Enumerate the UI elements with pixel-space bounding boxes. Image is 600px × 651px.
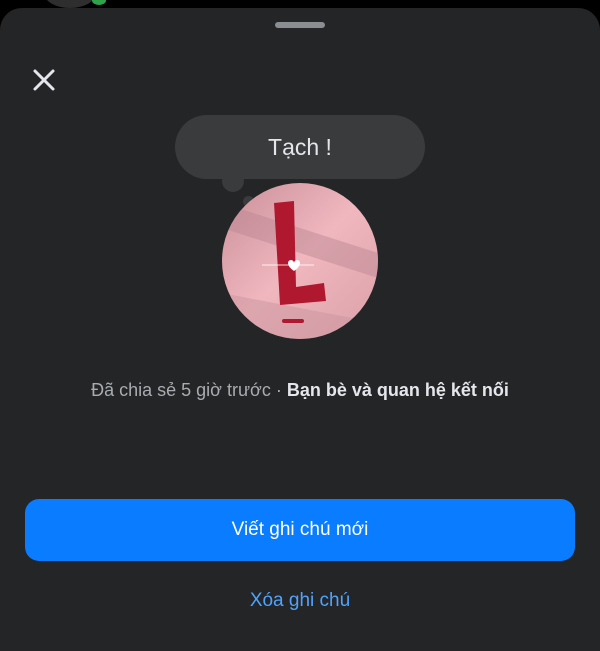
note-share-info: Đã chia sẻ 5 giờ trước · Bạn bè và quan … xyxy=(0,380,600,401)
note-text: Tạch ! xyxy=(268,133,332,160)
close-button[interactable] xyxy=(24,60,64,100)
background-avatar xyxy=(44,0,96,8)
shared-time: Đã chia sẻ 5 giờ trước xyxy=(91,380,271,400)
audience-label[interactable]: Bạn bè và quan hệ kết nối xyxy=(287,380,509,400)
close-icon xyxy=(33,69,55,91)
delete-note-button[interactable]: Xóa ghi chú xyxy=(150,586,450,616)
online-status-dot xyxy=(92,0,106,5)
profile-avatar xyxy=(222,183,378,339)
avatar-image xyxy=(222,183,378,339)
note-bubble: Tạch ! xyxy=(175,115,425,179)
drag-handle-icon[interactable] xyxy=(275,22,325,28)
meta-separator: · xyxy=(270,380,287,400)
delete-note-label: Xóa ghi chú xyxy=(249,590,351,611)
note-bubble-tail xyxy=(222,170,244,192)
write-new-note-button[interactable]: Viết ghi chú mới xyxy=(25,499,575,561)
write-new-note-label: Viết ghi chú mới xyxy=(231,519,369,540)
